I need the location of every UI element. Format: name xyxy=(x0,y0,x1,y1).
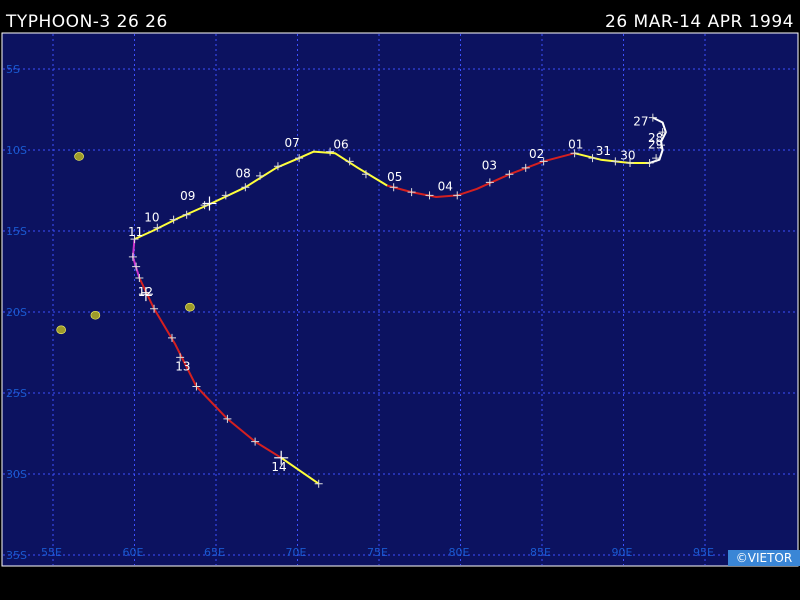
lon-label: 65E xyxy=(204,546,225,559)
day-label-09: 09 xyxy=(180,189,195,203)
day-label-14: 14 xyxy=(271,460,286,474)
day-label-12: 12 xyxy=(138,285,153,299)
ocean-background xyxy=(2,33,798,566)
lon-label: 75E xyxy=(367,546,388,559)
day-label-08: 08 xyxy=(236,167,251,181)
lat-label: 35S xyxy=(6,549,27,562)
lon-label: 55E xyxy=(41,546,62,559)
day-label-03: 03 xyxy=(482,158,497,172)
day-label-01: 01 xyxy=(568,137,583,151)
lon-label: 95E xyxy=(693,546,714,559)
day-label-02: 02 xyxy=(529,147,544,161)
lon-label: 80E xyxy=(449,546,470,559)
day-label-10: 10 xyxy=(144,210,159,224)
day-label-11: 11 xyxy=(128,225,143,239)
lat-label: 10S xyxy=(6,144,27,157)
day-label-07: 07 xyxy=(284,136,299,150)
day-label-04: 04 xyxy=(438,180,453,194)
mauritius-island xyxy=(90,310,101,320)
lon-label: 90E xyxy=(612,546,633,559)
lat-label: 5S xyxy=(6,63,20,76)
day-label-13: 13 xyxy=(175,359,190,373)
lat-label: 15S xyxy=(6,225,27,238)
agalega-island xyxy=(74,152,84,161)
credit-badge: ©VIETOR xyxy=(728,550,800,566)
day-label-29: 29 xyxy=(648,137,663,151)
day-label-27: 27 xyxy=(633,115,648,129)
day-label-05: 05 xyxy=(387,170,402,184)
lon-label: 70E xyxy=(286,546,307,559)
day-label-30: 30 xyxy=(620,149,635,163)
track-map: 27282930310102030405060708091011121314 5… xyxy=(1,32,799,567)
reunion-island xyxy=(56,325,66,335)
day-label-06: 06 xyxy=(333,137,348,151)
lat-label: 30S xyxy=(6,468,27,481)
lat-label: 20S xyxy=(6,306,27,319)
lat-label: 25S xyxy=(6,387,27,400)
rodrigues-island xyxy=(185,302,195,312)
lon-label: 85E xyxy=(530,546,551,559)
lon-label: 60E xyxy=(123,546,144,559)
day-label-31: 31 xyxy=(596,144,611,158)
